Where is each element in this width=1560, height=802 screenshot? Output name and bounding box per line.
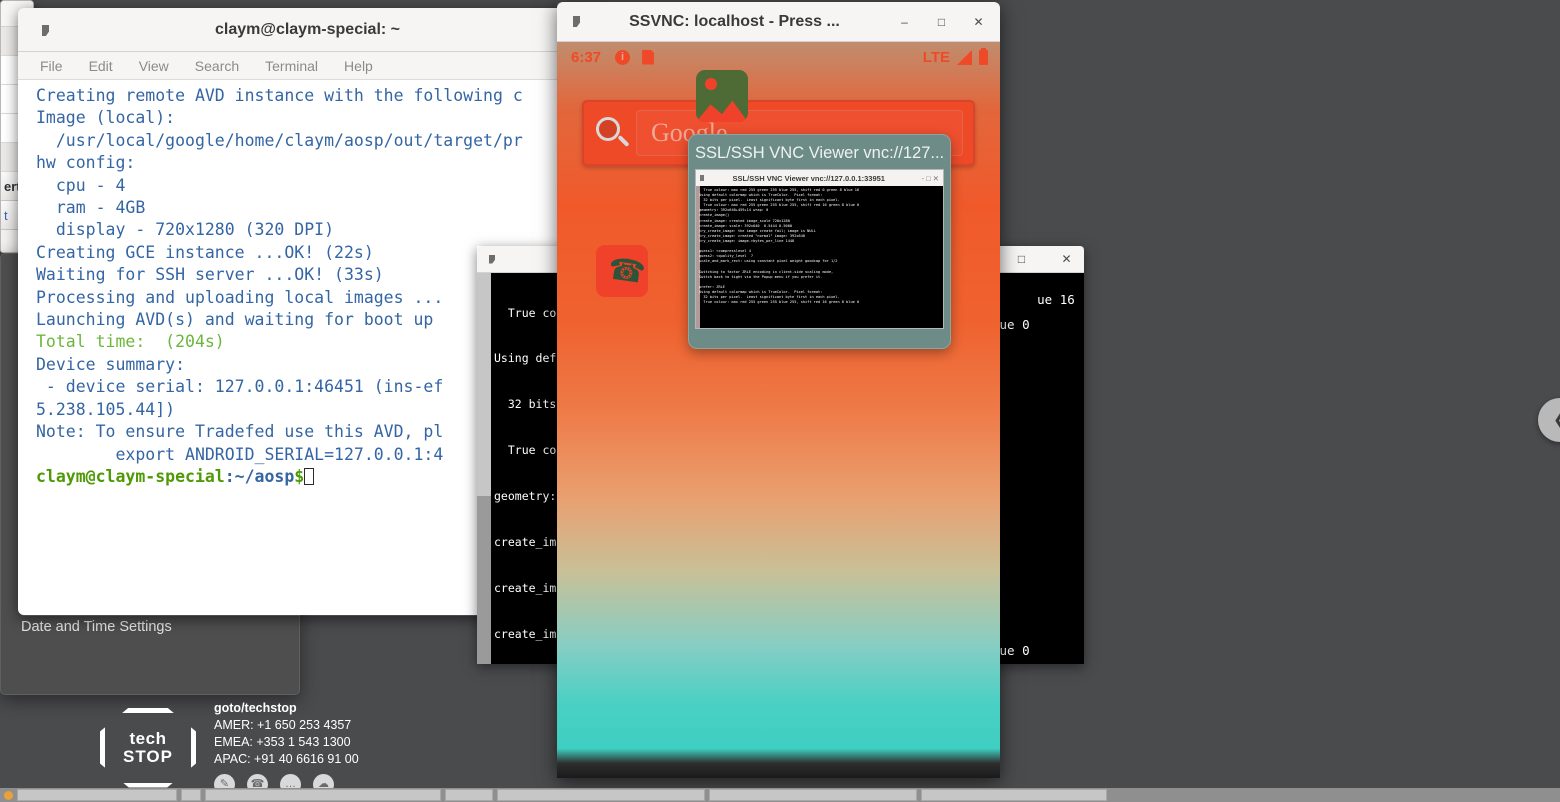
inner-vnc-viewer-window[interactable]: SSL/SSH VNC Viewer vnc://127... SSL/SSH …: [688, 134, 951, 349]
techstop-logo-word-1: tech: [130, 730, 167, 747]
ssvnc-window-controls[interactable]: – □ ✕: [897, 14, 1000, 29]
taskbar-item[interactable]: [921, 789, 1107, 801]
android-emulator-screen[interactable]: 6:37 i LTE Google ☎: [557, 42, 1000, 778]
taskbar-item[interactable]: [205, 789, 441, 801]
gallery-sun-shape: [705, 78, 717, 90]
xterm-right-line-1: ue 16: [1037, 292, 1075, 307]
phone-handset-icon: ☎: [606, 255, 638, 287]
xterm-scrollbar-thumb[interactable]: [477, 273, 491, 496]
taskbar-item[interactable]: [445, 789, 493, 801]
terminal-line: display - 720x1280 (320 DPI): [36, 219, 603, 241]
battery-icon: [979, 50, 988, 65]
phone-app-icon[interactable]: ☎: [596, 245, 648, 297]
ssvnc-window[interactable]: SSVNC: localhost - Press ... – □ ✕ 6:37 …: [557, 2, 1000, 778]
gnome-terminal-menubar[interactable]: File Edit View Search Terminal Help: [18, 52, 603, 80]
terminal-line: Image (local):: [36, 107, 603, 129]
terminal-line: /usr/local/google/home/claym/aosp/out/ta…: [36, 130, 603, 152]
ssvnc-title: SSVNC: localhost - Press ...: [580, 13, 897, 31]
terminal-line: Creating remote AVD instance with the fo…: [36, 85, 603, 107]
close-icon[interactable]: ✕: [1059, 252, 1074, 267]
gallery-app-icon[interactable]: [696, 70, 748, 122]
xterm-app-icon: [489, 255, 495, 264]
techstop-phone-apac: APAC: +91 40 6616 91 00: [214, 751, 359, 768]
inner-vnc-terminal[interactable]: SSL/SSH VNC Viewer vnc://127.0.0.1:33951…: [695, 169, 944, 329]
terminal-cursor: [304, 468, 314, 485]
taskbar-indicator[interactable]: [4, 791, 13, 800]
gnome-terminal-titlebar[interactable]: claym@claym-special: ~: [18, 8, 603, 52]
close-icon[interactable]: ✕: [971, 14, 986, 29]
taskbar-item[interactable]: [181, 789, 201, 801]
menu-search[interactable]: Search: [195, 58, 239, 74]
android-status-bar: 6:37 i LTE: [557, 42, 1000, 72]
info-icon: i: [615, 50, 630, 65]
terminal-line: ram - 4GB: [36, 197, 603, 219]
techstop-phone-amer: AMER: +1 650 253 4357: [214, 717, 359, 734]
inner-vnc-titlebar[interactable]: SSL/SSH VNC Viewer vnc://127.0.0.1:33951…: [696, 170, 943, 186]
inner-vnc-outer-title: SSL/SSH VNC Viewer vnc://127...: [695, 141, 944, 169]
taskbar-item[interactable]: [17, 789, 177, 801]
status-right-group: LTE: [923, 49, 988, 66]
menu-file[interactable]: File: [40, 58, 63, 74]
xterm-scrollbar[interactable]: [477, 273, 491, 664]
signal-bars-icon: [957, 50, 972, 65]
terminal-line: hw config:: [36, 152, 603, 174]
techstop-logo-word-2: STOP: [123, 748, 173, 765]
gallery-mountain-shape: [696, 96, 748, 122]
menu-edit[interactable]: Edit: [89, 58, 113, 74]
inner-vnc-inner-title: SSL/SSH VNC Viewer vnc://127.0.0.1:33951: [704, 174, 914, 183]
techstop-contact-info: goto/techstop AMER: +1 650 253 4357 EMEA…: [214, 700, 359, 795]
minimize-icon[interactable]: –: [897, 14, 912, 29]
techstop-logo: tech STOP: [100, 708, 196, 788]
menu-terminal[interactable]: Terminal: [265, 58, 318, 74]
xterm-window-right[interactable]: □ ✕ ue 16 lue 0 lue 0: [988, 246, 1084, 664]
search-icon: [594, 115, 630, 151]
inner-vnc-log: True colour: max red 255 green 255 blue …: [696, 186, 943, 307]
maximize-icon[interactable]: □: [934, 14, 949, 29]
taskbar-item[interactable]: [497, 789, 705, 801]
status-clock: 6:37: [571, 49, 601, 66]
xterm-right-titlebar[interactable]: □ ✕: [988, 246, 1084, 273]
taskbar[interactable]: [0, 788, 1560, 802]
taskbar-item[interactable]: [709, 789, 917, 801]
inner-vnc-window-controls[interactable]: - □ ✕: [922, 174, 939, 183]
maximize-icon[interactable]: □: [1014, 252, 1029, 267]
gnome-terminal-title: claym@claym-special: ~: [32, 21, 603, 39]
ssvnc-titlebar[interactable]: SSVNC: localhost - Press ... – □ ✕: [557, 2, 1000, 42]
sd-card-icon: [642, 50, 654, 65]
ssvnc-app-icon: [573, 16, 580, 27]
xterm-right-output[interactable]: ue 16 lue 0 lue 0: [988, 273, 1084, 664]
prompt-path: :~/aosp: [225, 467, 295, 486]
techstop-phone-emea: EMEA: +353 1 543 1300: [214, 734, 359, 751]
desktop: claym@claym-special: ~ File Edit View Se…: [0, 0, 1560, 802]
calendar-side-tab-button[interactable]: ❮: [1538, 398, 1560, 442]
menu-help[interactable]: Help: [344, 58, 373, 74]
prompt-user: claym@claym-special: [36, 467, 225, 486]
menu-view[interactable]: View: [139, 58, 169, 74]
terminal-line: cpu - 4: [36, 175, 603, 197]
techstop-url: goto/techstop: [214, 700, 359, 717]
network-type-label: LTE: [923, 49, 950, 66]
prompt-sigil: $: [294, 467, 304, 486]
techstop-watermark: tech STOP goto/techstop AMER: +1 650 253…: [100, 700, 359, 795]
